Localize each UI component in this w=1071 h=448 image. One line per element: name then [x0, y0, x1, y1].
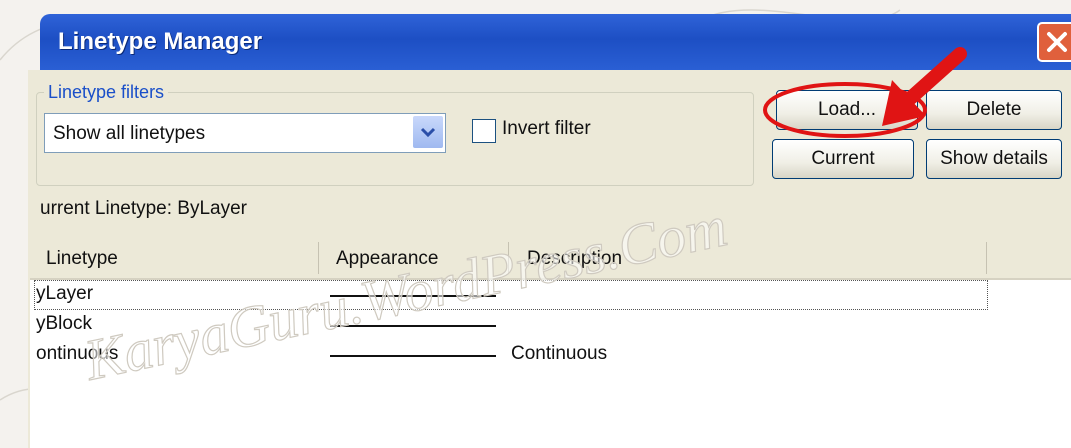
current-button[interactable]: Current	[772, 139, 914, 179]
invert-filter-label: Invert filter	[502, 118, 591, 139]
filter-selected-value: Show all linetypes	[53, 123, 206, 144]
appearance-line	[330, 325, 496, 327]
column-divider[interactable]	[508, 242, 509, 274]
invert-filter-checkbox[interactable]	[472, 119, 496, 143]
linetype-filter-select[interactable]: Show all linetypes	[44, 113, 446, 153]
linetype-description: Continuous	[511, 343, 608, 364]
arrow-icon	[882, 47, 967, 126]
linetype-name: ontinuous	[36, 343, 119, 364]
list-row-bylayer[interactable]: yLayer	[30, 280, 1071, 310]
appearance-line	[330, 295, 496, 297]
column-divider[interactable]	[986, 242, 987, 274]
group-label: Linetype filters	[44, 82, 169, 103]
close-button[interactable]	[1037, 22, 1071, 62]
linetype-name: yBlock	[36, 313, 92, 334]
linetype-name: yLayer	[36, 283, 94, 304]
row-focus-rect	[34, 280, 988, 310]
current-linetype-label: urrent Linetype: ByLayer	[40, 198, 248, 219]
show-details-button[interactable]: Show details	[926, 139, 1062, 179]
column-header-linetype[interactable]: Linetype	[46, 248, 118, 270]
column-header-appearance[interactable]: Appearance	[336, 248, 438, 270]
column-divider[interactable]	[318, 242, 319, 274]
column-header-description[interactable]: Description	[527, 248, 622, 270]
list-row-byblock[interactable]: yBlock	[30, 310, 1071, 340]
close-icon	[1047, 32, 1067, 52]
window-title: Linetype Manager	[58, 28, 263, 55]
appearance-line	[330, 355, 496, 357]
linetype-list[interactable]: Linetype Appearance Description yLayer y…	[30, 238, 1071, 448]
list-header: Linetype Appearance Description	[30, 238, 1071, 280]
list-row-continuous[interactable]: ontinuous Continuous	[30, 340, 1071, 370]
combo-dropdown-button[interactable]	[413, 116, 443, 148]
chevron-down-icon	[420, 127, 436, 138]
